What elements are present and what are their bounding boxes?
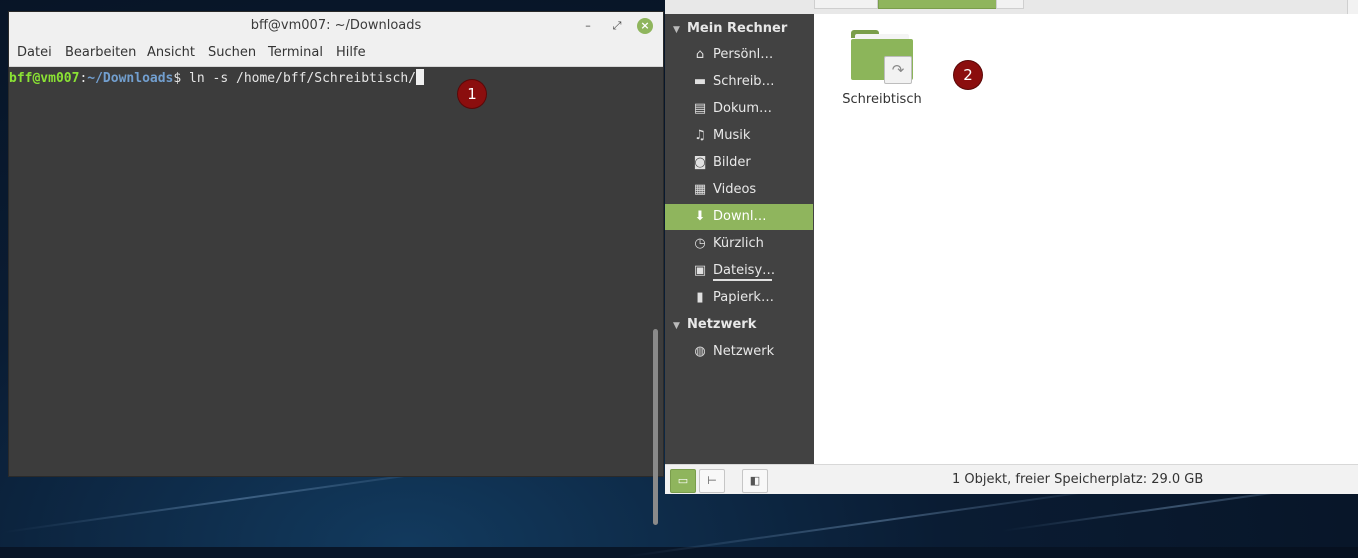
sidebar-item-label: Bilder [713,155,751,170]
toolbar-button[interactable] [814,0,878,9]
sidebar-item-musik[interactable]: ♫ Musik [665,123,813,149]
sidebar-item-schreibtisch[interactable]: ▬ Schreib… [665,69,813,95]
menu-hilfe[interactable]: Hilfe [336,40,366,66]
sidebar-item-label: Papierk… [713,290,774,305]
text-cursor [416,69,425,85]
tree-view-button[interactable]: ⊢ [699,469,725,493]
menu-bearbeiten[interactable]: Bearbeiten [65,40,136,66]
prompt-path: ~/Downloads [87,71,174,86]
terminal-scrollbar[interactable] [653,329,658,525]
toolbar-button[interactable] [1347,0,1358,14]
expander-icon: ▼ [673,321,680,331]
sidebar-header-mein-rechner[interactable]: ▼ Mein Rechner [665,16,787,42]
drive-icon: ▣ [693,263,707,278]
sidebar-header-label: Mein Rechner [687,21,788,36]
maximize-button[interactable]: ⤢ [609,18,625,34]
sidebar-item-label: Schreib… [713,74,775,89]
places-view-button[interactable]: ▭ [670,469,696,493]
sidebar-item-bilder[interactable]: ◙ Bilder [665,150,813,176]
symlink-emblem-icon: ↷ [884,56,912,84]
sidebar-item-label: Videos [713,182,757,197]
terminal-menubar: Datei Bearbeiten Ansicht Suchen Terminal… [9,40,663,67]
step-badge-2: 2 [954,61,982,89]
camera-icon: ◙ [693,155,707,170]
sidebar-item-label: Netzwerk [713,344,775,359]
prompt-symbol: $ [173,71,190,86]
sidebar-item-label: Persönl… [713,47,774,62]
file-view[interactable]: ↷ Schreibtisch [814,14,1358,464]
toolbar-button[interactable] [996,0,1024,9]
terminal-title: bff@vm007: ~/Downloads [250,18,422,33]
minimize-button[interactable]: – [580,18,596,34]
sidebar-item-label: Kürzlich [713,236,764,251]
close-button[interactable]: × [637,18,653,34]
sidebar-item-downloads[interactable]: ⬇ Downl… [665,204,813,230]
file-manager-window[interactable]: ▼ Mein Rechner ⌂ Persönl… ▬ Schreib… ▤ Do… [665,0,1358,494]
sidebar-item-label: Musik [713,128,751,143]
menu-suchen[interactable]: Suchen [208,40,256,66]
sidebar-item-dokumente[interactable]: ▤ Dokum… [665,96,813,122]
folder-icon[interactable]: ↷ [849,30,915,86]
terminal-output[interactable]: bff@vm007:~/Downloads$ ln -s /home/bff/S… [9,67,663,525]
sidebar-item-persoenlich[interactable]: ⌂ Persönl… [665,42,813,68]
sidebar: ▼ Mein Rechner ⌂ Persönl… ▬ Schreib… ▤ Do… [665,14,814,464]
home-icon: ⌂ [695,47,705,62]
path-button-active[interactable] [878,0,998,9]
prompt-user-host: bff@vm007 [9,71,80,86]
step-badge-1: 1 [458,80,486,108]
command-line: bff@vm007:~/Downloads$ ln -s /home/bff/S… [9,69,425,87]
terminal-window[interactable]: bff@vm007: ~/Downloads – ⤢ × Datei Bearb… [9,12,663,525]
sidebar-item-netzwerk[interactable]: ◍ Netzwerk [665,339,813,365]
expander-icon: ▼ [673,25,680,35]
sidebar-header-label: Netzwerk [687,317,757,332]
film-icon: ▦ [693,182,707,197]
document-icon: ▤ [693,101,707,116]
menu-terminal[interactable]: Terminal [268,40,323,66]
status-text: 1 Objekt, freier Speicherplatz: 29.0 GB [952,472,1204,487]
sidebar-item-label: Downl… [713,209,767,224]
sidebar-item-label: Dokum… [713,101,772,116]
sidebar-item-videos[interactable]: ▦ Videos [665,177,813,203]
music-icon: ♫ [694,128,706,143]
sidebar-item-kuerzlich[interactable]: ◷ Kürzlich [665,231,813,257]
toggle-sidebar-button[interactable]: ◧ [742,469,768,493]
terminal-titlebar[interactable]: bff@vm007: ~/Downloads – ⤢ × [9,12,663,40]
status-bar: ▭ ⊢ ◧ 1 Objekt, freier Speicherplatz: 29… [665,464,1358,494]
desktop-icon: ▬ [693,74,707,89]
command-text: ln -s /home/bff/Schreibtisch/ [189,71,417,86]
sidebar-item-dateisystem[interactable]: ▣ Dateisy… [665,258,813,284]
sidebar-item-papierkorb[interactable]: ▮ Papierk… [665,285,813,311]
trash-icon: ▮ [696,290,704,305]
toolbar-strip [665,0,1358,14]
download-icon: ⬇ [694,209,706,224]
menu-ansicht[interactable]: Ansicht [147,40,195,66]
file-name[interactable]: Schreibtisch [830,92,934,107]
globe-icon: ◍ [694,344,706,359]
clock-icon: ◷ [694,236,706,251]
menu-datei[interactable]: Datei [17,40,52,66]
disk-usage-bar [713,279,772,281]
sidebar-header-netzwerk[interactable]: ▼ Netzwerk [665,312,756,338]
